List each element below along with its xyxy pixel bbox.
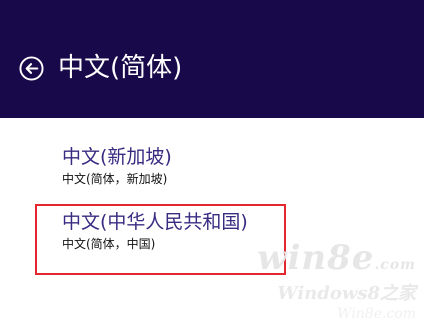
watermark-logo-text: win8e <box>257 238 375 278</box>
watermark-logo: win8e.com <box>257 240 416 283</box>
header-bar: 中文(简体) <box>0 0 424 118</box>
watermark: win8e.com Windows8之家 Win8e.com <box>257 240 416 323</box>
watermark-subtitle: Windows8之家 <box>277 283 416 304</box>
watermark-url: Win8e.com <box>337 306 416 322</box>
watermark-logo-suffix: .com <box>374 257 416 273</box>
option-title: 中文(新加坡) <box>62 146 172 168</box>
language-option-singapore[interactable]: 中文(新加坡) 中文(简体，新加坡) <box>62 143 172 187</box>
highlight-box <box>35 204 286 275</box>
back-arrow-icon[interactable] <box>19 56 44 81</box>
page-title: 中文(简体) <box>58 53 183 83</box>
option-subtitle: 中文(简体，新加坡) <box>62 172 168 186</box>
